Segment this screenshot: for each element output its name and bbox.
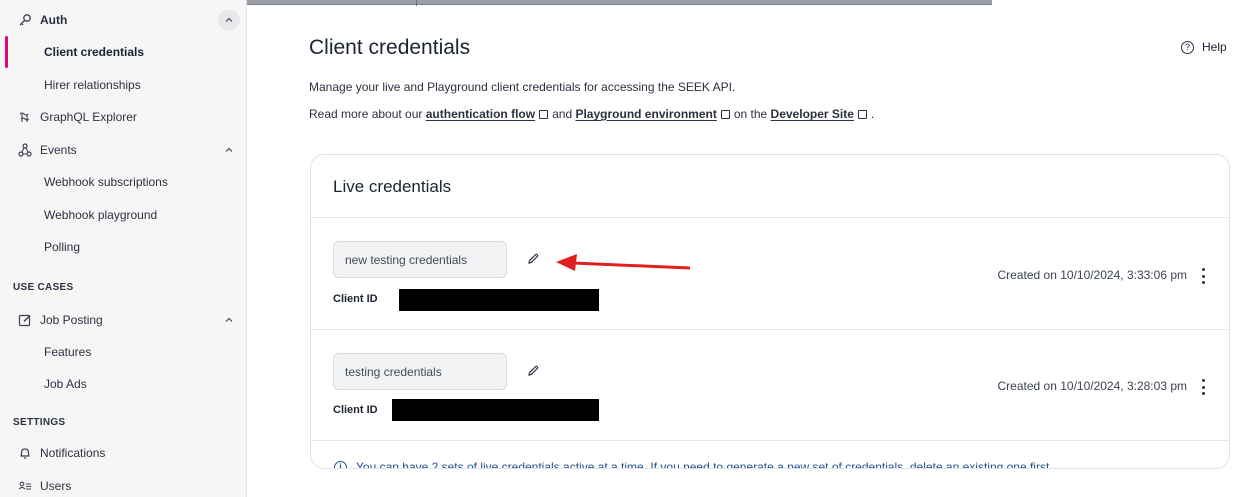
sidebar-item-label: GraphQL Explorer: [40, 110, 137, 124]
credential-name-field[interactable]: testing credentials: [333, 353, 507, 390]
chevron-up-icon[interactable]: [222, 313, 236, 327]
more-options-icon[interactable]: [1199, 268, 1207, 284]
client-id-label: Client ID: [333, 404, 378, 416]
sidebar-item-label: Users: [40, 479, 72, 493]
redacted-client-id: [399, 289, 599, 311]
chevron-up-icon[interactable]: [218, 10, 240, 30]
events-icon: [17, 142, 33, 158]
sidebar-item-notifications[interactable]: Notifications: [0, 438, 246, 468]
sidebar-item-label: Polling: [44, 240, 81, 254]
developer-site-link[interactable]: Developer Site: [771, 107, 854, 121]
card-title: Live credentials: [333, 177, 452, 196]
sidebar-item-label: Hirer relationships: [44, 78, 141, 92]
created-timestamp: Created on 10/10/2024, 3:33:06 pm: [997, 268, 1187, 282]
sidebar-item-polling[interactable]: Polling: [0, 232, 246, 262]
sidebar-item-users[interactable]: Users: [0, 471, 246, 497]
sidebar-item-label: Webhook subscriptions: [44, 175, 168, 189]
divider: [311, 217, 1229, 218]
section-heading-settings: SETTINGS: [13, 417, 66, 428]
sidebar-item-label: Features: [44, 345, 92, 359]
key-icon: [17, 12, 33, 28]
sidebar-item-webhook-subscriptions[interactable]: Webhook subscriptions: [0, 167, 246, 197]
sidebar-item-graphql-explorer[interactable]: GraphQL Explorer: [0, 102, 246, 132]
external-link-icon: [539, 110, 549, 119]
sidebar-item-label: Webhook playground: [44, 208, 158, 222]
created-timestamp: Created on 10/10/2024, 3:28:03 pm: [997, 379, 1187, 393]
help-label: Help: [1202, 40, 1227, 54]
top-strip-divider: [416, 0, 417, 6]
info-message: i You can have 2 sets of live credential…: [334, 460, 1053, 469]
redacted-client-id: [392, 399, 599, 421]
intro-prefix: Read more about our: [309, 107, 423, 121]
sidebar-item-features[interactable]: Features: [0, 337, 246, 367]
sidebar-item-webhook-playground[interactable]: Webhook playground: [0, 200, 246, 230]
graphql-icon: [17, 109, 33, 125]
sidebar-item-events[interactable]: Events: [0, 135, 246, 165]
intro-mid: and: [552, 107, 573, 121]
users-icon: [17, 478, 33, 494]
bell-icon: [17, 445, 33, 461]
intro-suffix: .: [870, 107, 875, 121]
sidebar: Auth Client credentials Hirer relationsh…: [0, 0, 247, 497]
pencil-icon[interactable]: [526, 252, 540, 266]
sidebar-item-hirer-relationships[interactable]: Hirer relationships: [0, 70, 246, 100]
authentication-flow-link[interactable]: authentication flow: [426, 107, 535, 121]
playground-environment-link[interactable]: Playground environment: [575, 107, 716, 121]
intro-mid2: on the: [733, 107, 768, 121]
sidebar-item-label: Auth: [40, 13, 68, 27]
credential-name-field[interactable]: new testing credentials: [333, 241, 507, 278]
pencil-icon[interactable]: [526, 364, 540, 378]
sidebar-item-job-posting[interactable]: Job Posting: [0, 305, 246, 335]
sidebar-item-label: Events: [40, 143, 77, 157]
help-link[interactable]: ? Help: [1181, 40, 1227, 54]
external-link-icon: [857, 110, 867, 119]
sidebar-item-job-ads[interactable]: Job Ads: [0, 369, 246, 399]
sidebar-item-client-credentials[interactable]: Client credentials: [0, 37, 246, 67]
page-title: Client credentials: [309, 36, 471, 59]
intro-links-text: Read more about our authentication flow a…: [309, 107, 874, 121]
live-credentials-card: Live credentials new testing credentials…: [310, 154, 1230, 469]
client-id-label: Client ID: [333, 293, 378, 305]
divider: [311, 440, 1229, 441]
intro-text: Manage your live and Playground client c…: [309, 80, 736, 94]
edit-icon: [17, 312, 33, 328]
sidebar-item-label: Job Posting: [40, 313, 103, 327]
divider: [311, 329, 1229, 330]
annotation-arrow-icon: [556, 254, 691, 271]
sidebar-item-label: Client credentials: [44, 45, 145, 59]
section-heading-use-cases: USE CASES: [13, 282, 74, 293]
sidebar-item-label: Notifications: [40, 446, 106, 460]
more-options-icon[interactable]: [1199, 379, 1207, 395]
sidebar-item-label: Job Ads: [44, 377, 87, 391]
info-text: You can have 2 sets of live credentials …: [356, 460, 1053, 469]
info-icon: i: [334, 460, 347, 468]
external-link-icon: [720, 110, 730, 119]
sidebar-item-auth[interactable]: Auth: [0, 5, 246, 35]
chevron-up-icon[interactable]: [222, 143, 236, 157]
help-icon: ?: [1181, 40, 1194, 54]
